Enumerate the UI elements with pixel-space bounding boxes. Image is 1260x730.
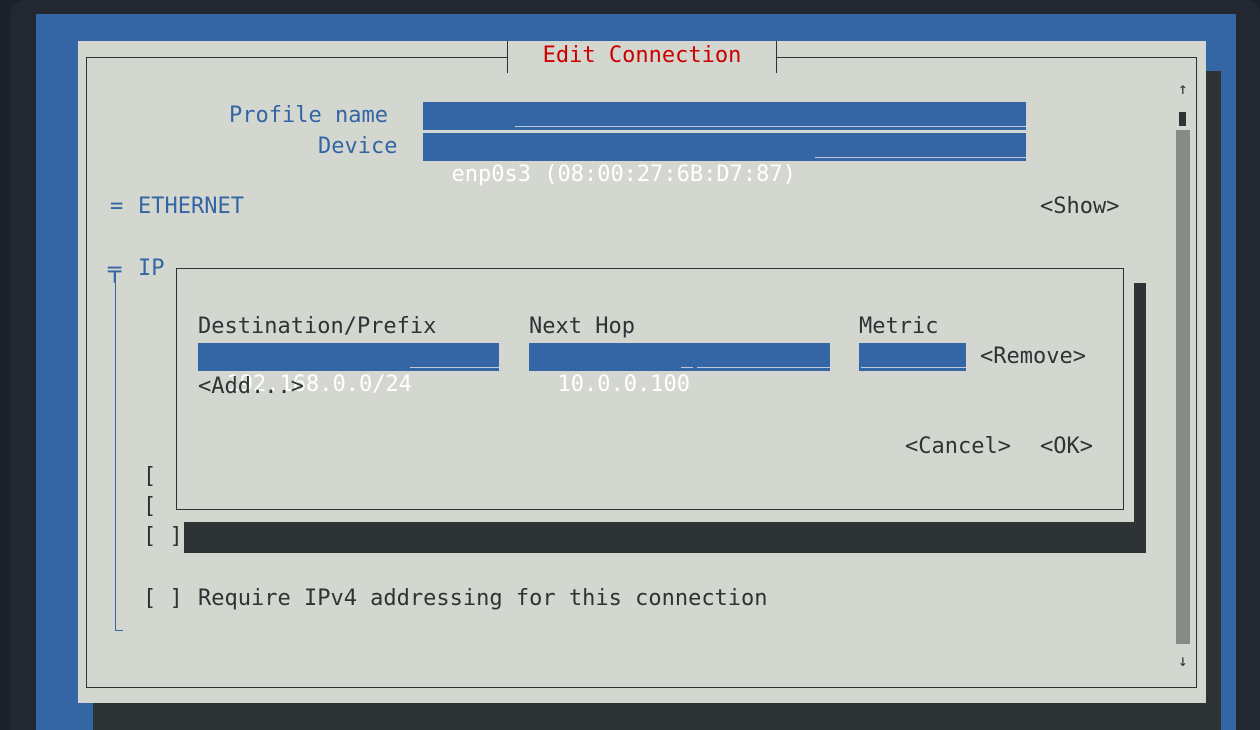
dialog-title: Edit Connection (507, 41, 777, 73)
add-route-button[interactable]: <Add...> (198, 372, 304, 402)
ip-section-border-end (115, 630, 123, 631)
remove-route-button[interactable]: <Remove> (980, 342, 1086, 372)
device-value: enp0s3 (08:00:27:6B:D7:87) (451, 162, 796, 187)
ethernet-label: ETHERNET (138, 194, 244, 219)
next-hop-value: 10.0.0.100 (557, 372, 690, 397)
require-ipv4-label: Require IPv4 addressing for this connect… (198, 586, 768, 611)
next-hop-input[interactable]: 10.0.0.100 (529, 343, 830, 397)
field-underline (697, 367, 830, 368)
scroll-down-icon[interactable]: ↓ (1178, 646, 1188, 676)
destination-header: Destination/Prefix (198, 314, 437, 339)
ethernet-marker: = (110, 194, 124, 219)
ip-checkbox-3[interactable]: [ ] (143, 522, 183, 552)
metric-header: Metric (859, 314, 939, 339)
ip-section-border (115, 272, 116, 630)
field-underline (861, 367, 966, 368)
field-underline (410, 367, 499, 368)
device-label: Device (318, 134, 398, 159)
metric-input[interactable] (859, 343, 966, 371)
scrollbar-thumb[interactable] (1179, 112, 1186, 126)
field-underline (515, 126, 1026, 127)
require-ipv4-checkbox[interactable]: [ ] (143, 584, 183, 614)
profile-name-field[interactable]: enp0s3 (423, 102, 1026, 156)
scroll-up-icon[interactable]: ↑ (1178, 74, 1188, 104)
ip-checkbox-2[interactable]: [ (143, 492, 156, 522)
ethernet-show-button[interactable]: <Show> (1040, 192, 1119, 222)
ok-button[interactable]: <OK> (1040, 432, 1093, 462)
profile-name-label: Profile name (229, 103, 388, 128)
field-underline (681, 367, 693, 368)
ip-label: IP (138, 256, 165, 281)
ip-checkbox-1[interactable]: [ (143, 462, 156, 492)
cancel-button[interactable]: <Cancel> (905, 432, 1011, 462)
field-underline (815, 157, 1026, 158)
device-field[interactable]: enp0s3 (08:00:27:6B:D7:87) (423, 133, 1026, 187)
scrollbar-track[interactable] (1176, 130, 1190, 644)
destination-input[interactable]: 192.168.0.0/24 (198, 343, 499, 397)
next-hop-header: Next Hop (529, 314, 635, 339)
